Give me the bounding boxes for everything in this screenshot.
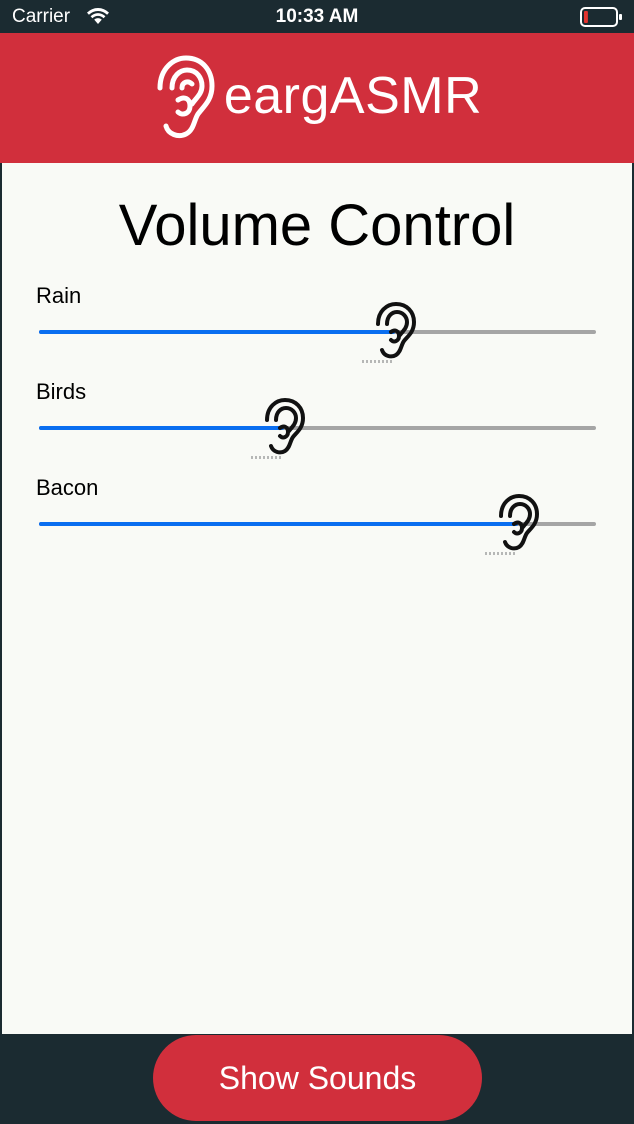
slider-birds: Birds xyxy=(2,379,632,475)
thumb-caption xyxy=(362,360,393,363)
app-header: eargASMR xyxy=(0,33,634,163)
slider-label-birds: Birds xyxy=(36,379,87,404)
slider-label-rain: Rain xyxy=(36,283,82,308)
app-screen: Carrier 10:33 AM eargASMR Volume Control… xyxy=(0,0,634,1124)
slider-label-bacon: Bacon xyxy=(36,475,99,500)
thumb-caption xyxy=(485,552,516,555)
slider-fill xyxy=(39,426,285,430)
volume-control-panel: Volume Control Rain Birds Bacon xyxy=(2,163,632,1034)
ear-icon[interactable] xyxy=(362,300,418,366)
status-time: 10:33 AM xyxy=(275,6,359,27)
slider-rain: Rain xyxy=(2,283,632,379)
battery-low-icon xyxy=(580,7,624,27)
slider-bacon: Bacon xyxy=(2,475,632,571)
thumb-caption xyxy=(251,456,282,459)
bacon-volume-slider[interactable] xyxy=(39,493,596,555)
slider-fill xyxy=(39,522,519,526)
show-sounds-button[interactable]: Show Sounds xyxy=(153,1035,482,1121)
app-title: eargASMR xyxy=(223,67,483,125)
ear-icon[interactable] xyxy=(485,492,541,558)
ear-icon[interactable] xyxy=(251,396,307,462)
bottom-bar: Show Sounds xyxy=(0,1034,634,1124)
ear-icon xyxy=(152,54,216,140)
rain-volume-slider[interactable] xyxy=(39,301,596,363)
birds-volume-slider[interactable] xyxy=(39,397,596,459)
status-bar: Carrier 10:33 AM xyxy=(0,0,634,33)
page-title: Volume Control xyxy=(118,193,516,258)
slider-fill xyxy=(39,330,396,334)
